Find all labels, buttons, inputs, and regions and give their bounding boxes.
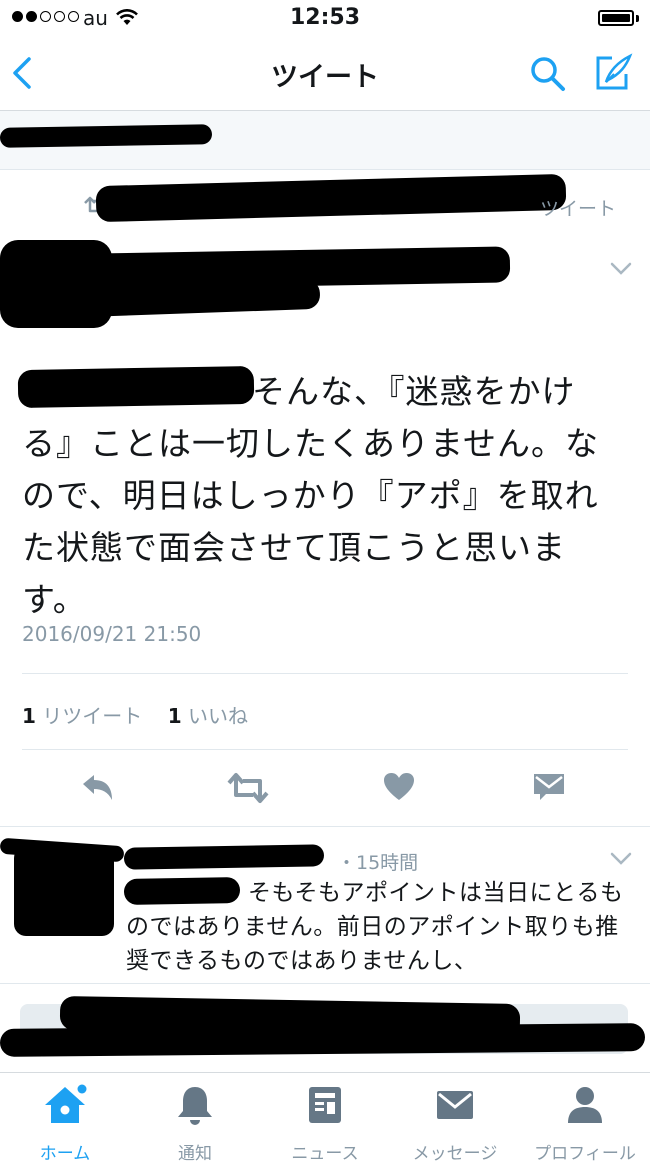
- compose-tweet-icon[interactable]: [592, 52, 634, 94]
- person-icon: [568, 1087, 602, 1123]
- like-icon[interactable]: [383, 772, 415, 802]
- tab-profile-label: プロフィール: [534, 1144, 636, 1164]
- divider: [0, 983, 650, 984]
- like-count: 1: [167, 704, 182, 728]
- reply-body: そもそもアポイントは当日にとるものではありません。前日のアポイント取りも推奨でき…: [126, 880, 624, 974]
- tab-home-label: ホーム: [39, 1144, 91, 1164]
- tweet-timestamp: 2016/09/21 21:50: [22, 622, 202, 646]
- chevron-down-icon[interactable]: [610, 262, 632, 276]
- tab-notifications[interactable]: 通知: [135, 1083, 255, 1164]
- retweeted-by-label: ツイート: [540, 198, 617, 220]
- clock: 12:53: [289, 5, 361, 30]
- divider: [0, 826, 650, 827]
- redaction-mark: [95, 173, 567, 223]
- tab-notifications-label: 通知: [178, 1144, 212, 1164]
- divider: [22, 673, 628, 674]
- redaction-mark: [0, 124, 213, 148]
- envelope-icon: [437, 1091, 473, 1119]
- battery-icon: [598, 10, 634, 26]
- bell-icon: [178, 1087, 212, 1125]
- reply-icon[interactable]: [80, 772, 116, 804]
- redaction-mark: [0, 1023, 646, 1057]
- tab-messages[interactable]: メッセージ: [395, 1083, 515, 1164]
- navigation-bar: ツイート: [0, 38, 650, 111]
- battery-tip: [636, 15, 639, 22]
- news-icon: [309, 1087, 341, 1123]
- tab-news-label: ニュース: [291, 1144, 359, 1164]
- tab-profile[interactable]: プロフィール: [525, 1083, 645, 1164]
- tab-bar: ホーム 通知 ニュース メッセージ プロフィール: [0, 1072, 650, 1164]
- tab-home[interactable]: ホーム: [5, 1083, 125, 1164]
- tab-messages-label: メッセージ: [412, 1144, 498, 1164]
- redaction-mark: [123, 844, 325, 870]
- chevron-down-icon[interactable]: [610, 852, 632, 866]
- retweet-icon[interactable]: [227, 772, 269, 804]
- reply-time: ・15時間: [337, 852, 419, 874]
- like-count-label[interactable]: いいね: [188, 704, 248, 728]
- direct-message-icon[interactable]: [532, 772, 566, 802]
- status-bar: au 12:53: [0, 0, 650, 38]
- search-icon[interactable]: [528, 54, 568, 94]
- retweet-count: 1: [22, 704, 36, 728]
- tab-news[interactable]: ニュース: [265, 1083, 385, 1164]
- engagement-stats: 1 リツイート 1 いいね: [22, 700, 248, 729]
- home-icon: [45, 1084, 87, 1123]
- divider: [22, 749, 628, 750]
- tweet-body: そんな、『迷惑をかける』ことは一切したくありません。なので、明日はしっかり『アポ…: [22, 372, 600, 619]
- retweet-count-label[interactable]: リツイート: [42, 704, 142, 728]
